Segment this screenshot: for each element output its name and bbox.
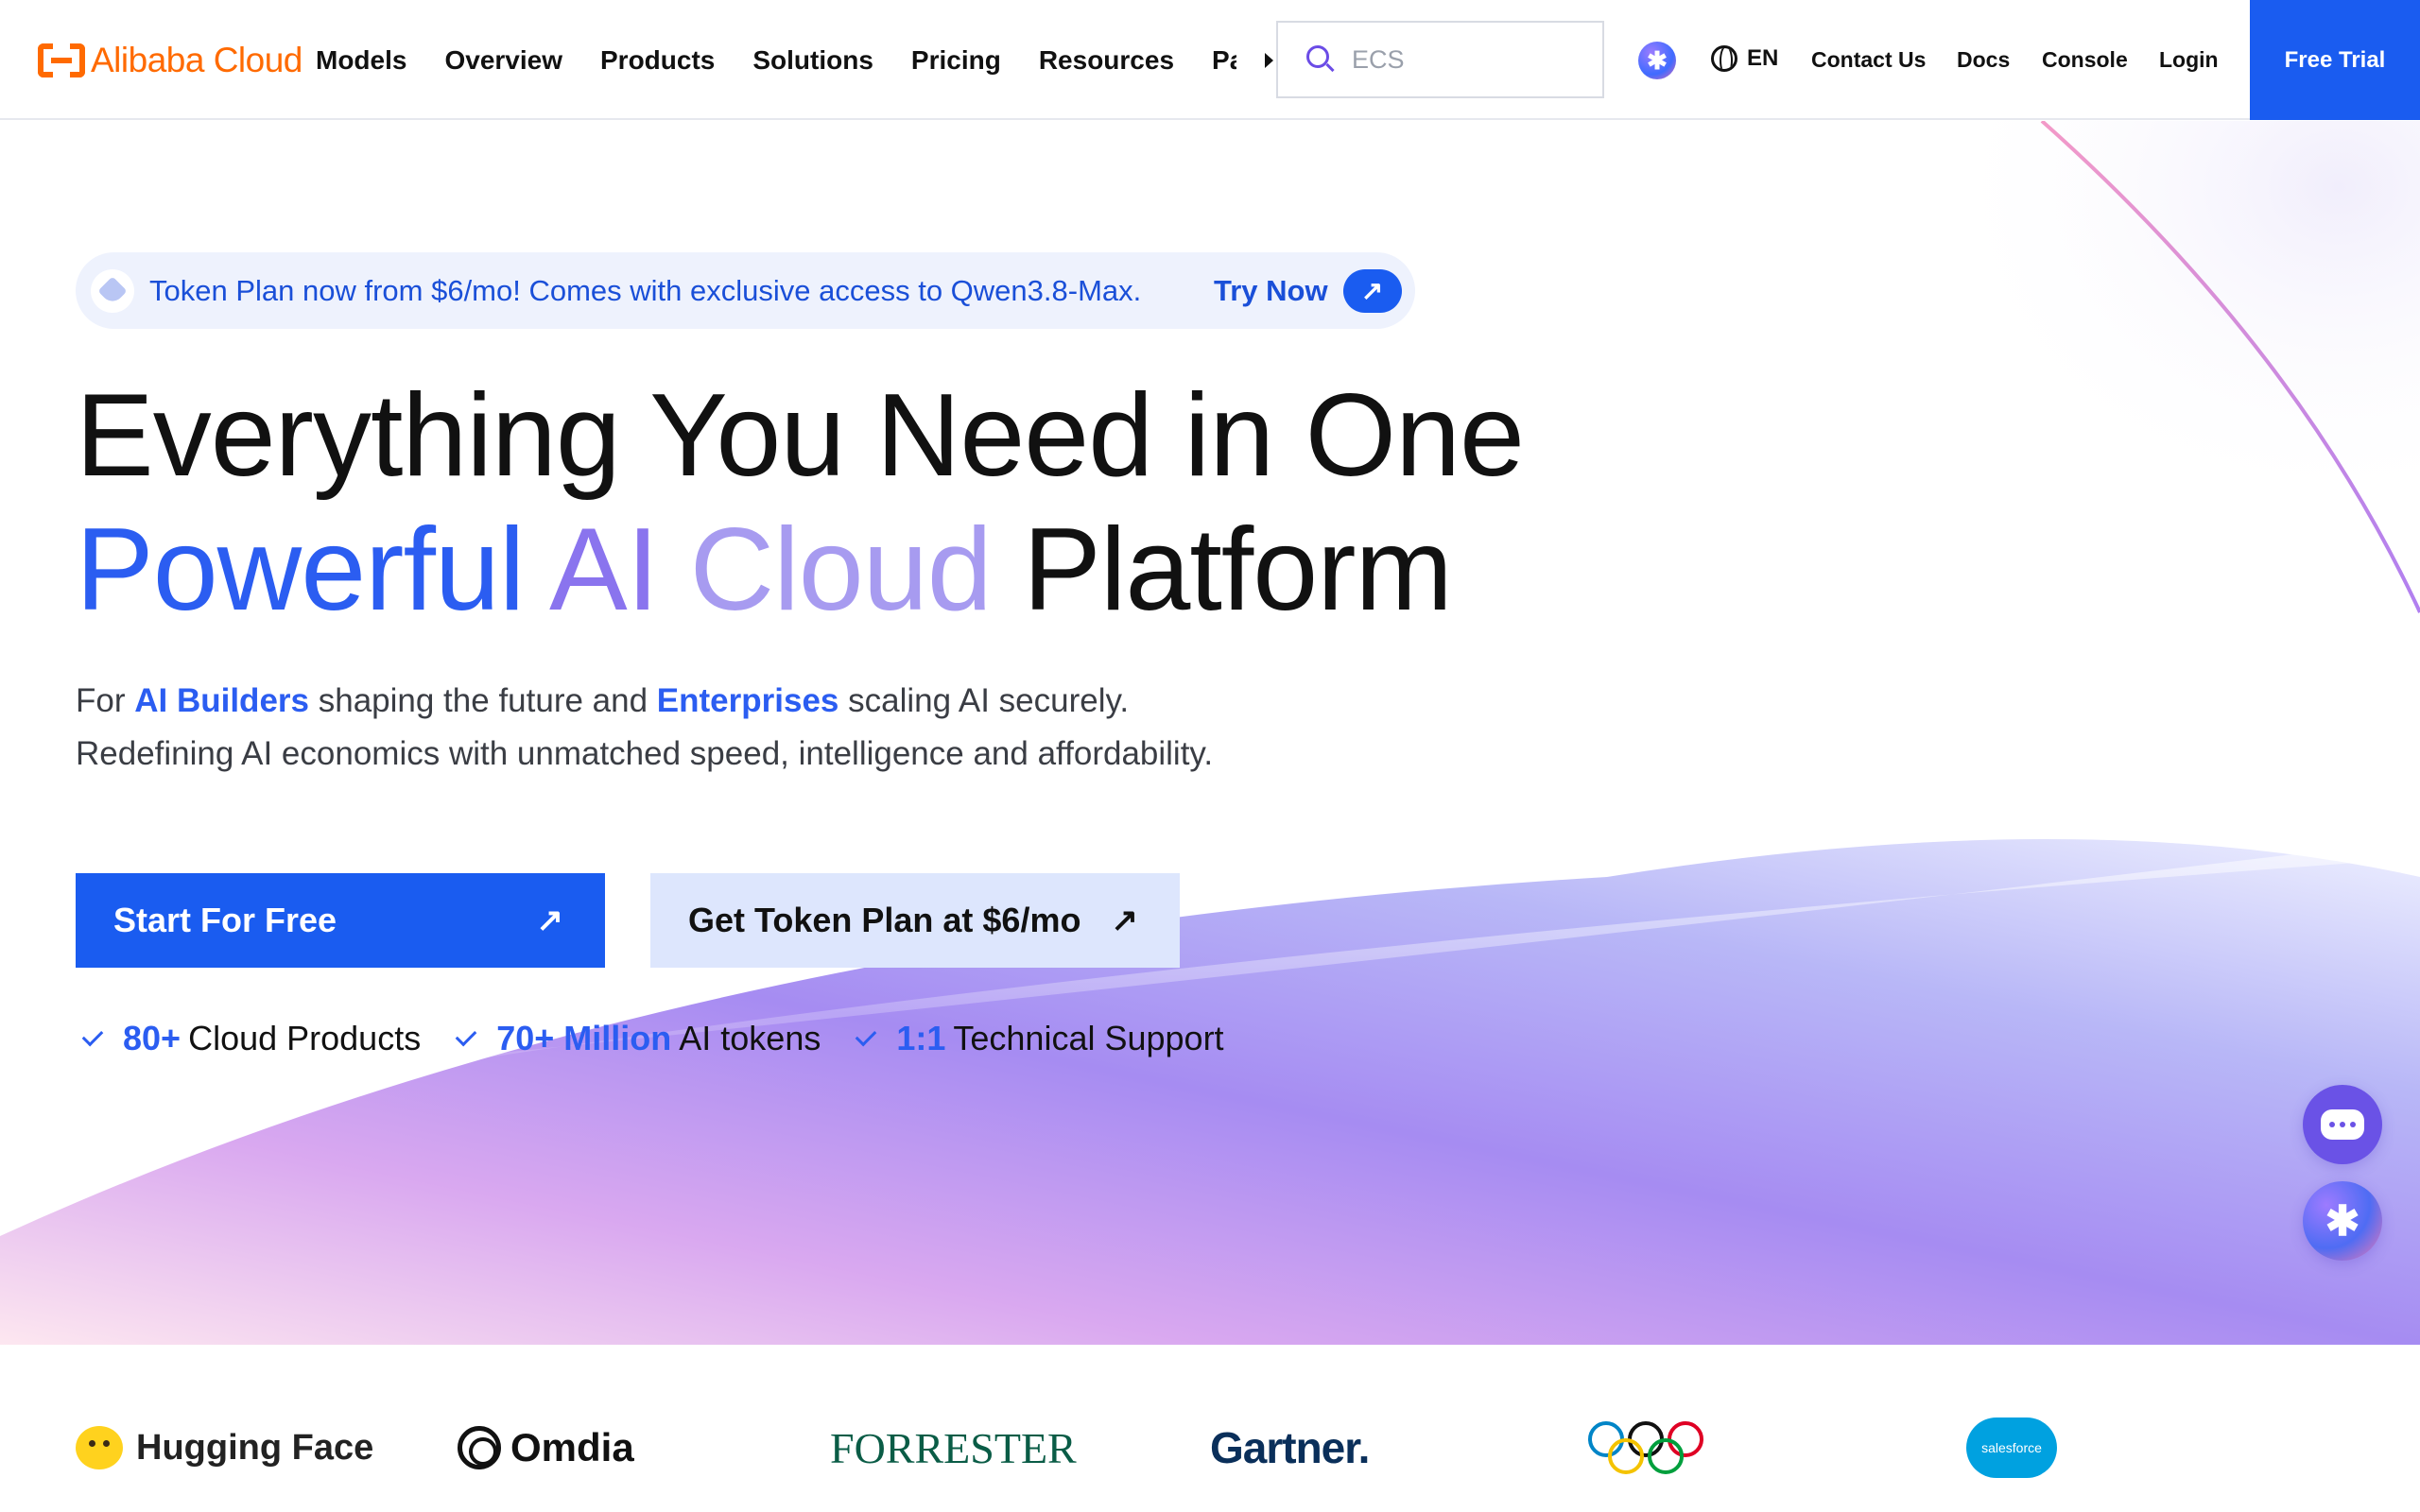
nav-item-resources[interactable]: Resources xyxy=(1039,45,1174,76)
start-for-free-label: Start For Free xyxy=(113,901,337,939)
headline-line2: Powerful AI Cloud Platform xyxy=(76,503,1524,637)
olympic-rings-logo xyxy=(1586,1419,1709,1476)
headline-word-cloud: Cloud xyxy=(689,505,993,635)
nav-item-solutions[interactable]: Solutions xyxy=(752,45,873,76)
search-box[interactable] xyxy=(1276,21,1604,98)
omdia-icon xyxy=(458,1426,501,1469)
try-now-link[interactable]: Try Now ↗ xyxy=(1214,252,1402,329)
olympic-rings-icon xyxy=(1586,1419,1709,1476)
promo-text: Token Plan now from $6/mo! Comes with ex… xyxy=(149,273,1142,307)
chat-bubble-icon xyxy=(2321,1109,2364,1140)
globe-icon xyxy=(1711,45,1737,72)
omdia-logo: Omdia xyxy=(458,1419,634,1476)
free-trial-button[interactable]: Free Trial xyxy=(2250,0,2420,120)
console-link[interactable]: Console xyxy=(2042,47,2128,73)
main-nav: Models Overview Products Solutions Prici… xyxy=(316,43,1274,77)
gartner-logo: Gartner. xyxy=(1210,1419,1370,1476)
headline-word-platform: Platform xyxy=(1023,505,1453,635)
check-icon xyxy=(856,1024,877,1047)
top-navigation-bar: Alibaba Cloud Models Overview Products S… xyxy=(0,0,2420,120)
nav-item-pricing[interactable]: Pricing xyxy=(911,45,1001,76)
language-selector[interactable]: EN xyxy=(1711,45,1778,72)
get-token-plan-label: Get Token Plan at $6/mo xyxy=(688,901,1081,939)
subtitle-line2: Redefining AI economics with unmatched s… xyxy=(76,735,1214,772)
subtitle-text: For xyxy=(76,682,126,719)
salesforce-logo: salesforce xyxy=(1966,1418,2057,1478)
hugging-face-logo: Hugging Face xyxy=(76,1419,373,1476)
forrester-logo: FORRESTER xyxy=(830,1419,1077,1476)
arrow-up-right-icon: ↗ xyxy=(1111,902,1139,938)
try-now-label: Try Now xyxy=(1214,273,1328,307)
subtitle-text: shaping the future and xyxy=(318,682,648,719)
search-icon xyxy=(1306,45,1335,74)
stat-ai-tokens: 70+ Million AI tokens xyxy=(455,1019,821,1058)
alibaba-logo-icon xyxy=(38,43,85,77)
get-token-plan-button[interactable]: Get Token Plan at $6/mo ↗ xyxy=(650,873,1180,968)
subtitle-highlight-enterprises: Enterprises xyxy=(656,682,839,719)
hugging-face-name: Hugging Face xyxy=(136,1427,374,1468)
headline-line1: Everything You Need in One xyxy=(76,370,1525,501)
ai-assistant-float-button[interactable]: ✱ xyxy=(2303,1181,2382,1261)
arrow-up-right-icon: ↗ xyxy=(1342,268,1402,313)
stat-label: AI tokens xyxy=(679,1019,821,1057)
nav-item-models[interactable]: Models xyxy=(316,45,406,76)
search-input[interactable] xyxy=(1352,44,1579,75)
tag-icon xyxy=(91,268,134,313)
contact-us-link[interactable]: Contact Us xyxy=(1811,47,1926,73)
stat-number: 1:1 xyxy=(896,1019,946,1057)
stat-cloud-products: 80+ Cloud Products xyxy=(81,1019,422,1058)
nav-item-products[interactable]: Products xyxy=(600,45,715,76)
subtitle-text: scaling AI securely. xyxy=(848,682,1130,719)
nav-scroll-right-icon[interactable] xyxy=(1265,53,1274,68)
start-for-free-button[interactable]: Start For Free ↗ xyxy=(76,873,605,968)
promo-banner[interactable]: Token Plan now from $6/mo! Comes with ex… xyxy=(76,252,1415,329)
hero-section: Token Plan now from $6/mo! Comes with ex… xyxy=(0,121,2420,1345)
language-label: EN xyxy=(1747,45,1779,71)
login-link[interactable]: Login xyxy=(2159,47,2219,73)
stat-label: Technical Support xyxy=(953,1019,1224,1057)
omdia-name: Omdia xyxy=(510,1425,634,1469)
docs-link[interactable]: Docs xyxy=(1957,47,2010,73)
check-icon xyxy=(81,1024,104,1047)
arrow-up-right-icon: ↗ xyxy=(536,902,564,938)
nav-item-overview[interactable]: Overview xyxy=(444,45,562,76)
subtitle-highlight-ai-builders: AI Builders xyxy=(134,682,309,719)
salesforce-cloud-icon: salesforce xyxy=(1966,1418,2057,1478)
ai-assistant-icon[interactable]: ✱ xyxy=(1638,42,1676,79)
hero-stats: 80+ Cloud Products 70+ Million AI tokens… xyxy=(81,1015,1260,1062)
hero-subtitle: For AI Builders shaping the future and E… xyxy=(76,675,1213,781)
headline-word-ai: AI xyxy=(549,505,659,635)
hugging-face-icon xyxy=(76,1426,123,1469)
stat-technical-support: 1:1 Technical Support xyxy=(856,1019,1224,1058)
stat-number: 80+ xyxy=(123,1019,182,1057)
gartner-name: Gartner. xyxy=(1210,1423,1370,1472)
hero-headline: Everything You Need in One Powerful AI C… xyxy=(76,369,1525,637)
subtitle-line1: For AI Builders shaping the future and E… xyxy=(76,675,1213,728)
chat-support-button[interactable] xyxy=(2303,1085,2382,1164)
alibaba-cloud-logo[interactable]: Alibaba Cloud xyxy=(38,41,302,79)
partner-logos-strip: Hugging Face Omdia FORRESTER Gartner. sa… xyxy=(0,1346,2420,1512)
check-icon xyxy=(455,1024,477,1047)
stat-number: 70+ Million xyxy=(496,1019,672,1057)
forrester-name: FORRESTER xyxy=(830,1423,1077,1472)
stat-label: Cloud Products xyxy=(188,1019,422,1057)
headline-word-powerful: Powerful xyxy=(76,505,525,635)
logo-text: Alibaba Cloud xyxy=(91,41,302,79)
nav-item-partners-truncated[interactable]: Pa xyxy=(1212,45,1236,76)
